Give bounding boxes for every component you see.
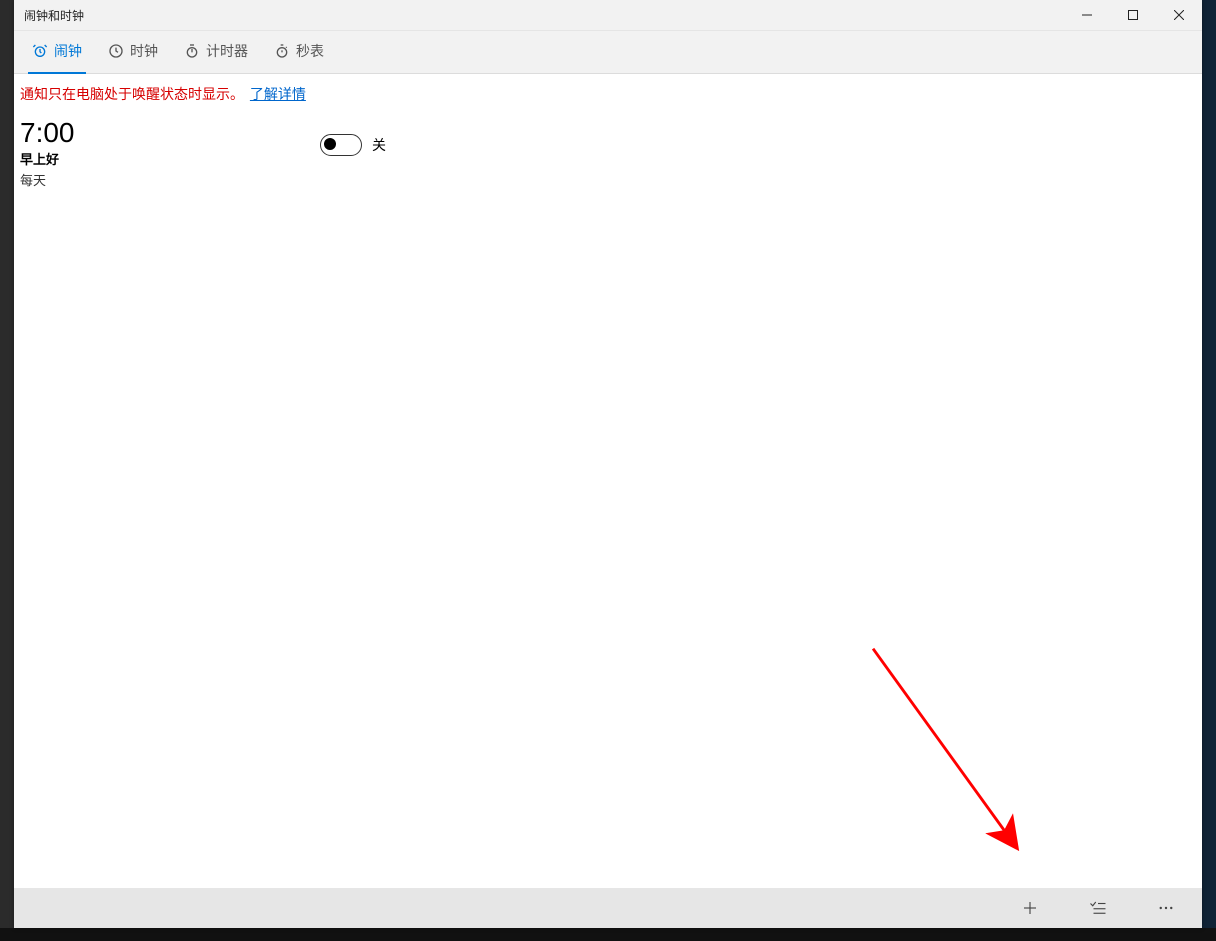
more-button[interactable] [1150,892,1182,924]
notification-warning-text: 通知只在电脑处于唤醒状态时显示。 [20,86,244,102]
clock-icon [108,43,124,59]
titlebar: 闹钟和时钟 [14,0,1202,31]
alarm-time: 7:00 [20,118,320,147]
alarm-name: 早上好 [20,149,320,168]
tab-label: 秒表 [296,41,324,61]
alarm-info: 7:00 早上好 每天 [20,118,320,189]
toggle-knob [324,138,336,150]
window-controls [1064,0,1202,30]
annotation-arrow [14,110,1202,888]
tab-label: 计时器 [206,41,248,61]
tab-clock[interactable]: 时钟 [104,30,162,74]
close-button[interactable] [1156,0,1202,30]
tab-timer[interactable]: 计时器 [180,30,252,74]
learn-more-link[interactable]: 了解详情 [250,86,306,102]
alarm-toggle-label: 关 [372,135,386,155]
timer-icon [184,43,200,59]
notification-bar: 通知只在电脑处于唤醒状态时显示。 了解详情 [14,74,1202,110]
alarm-repeat: 每天 [20,170,320,189]
taskbar [0,928,1216,941]
alarm-toggle-wrap: 关 [320,134,386,156]
alarm-list: 7:00 早上好 每天 关 [14,110,1202,888]
tab-label: 时钟 [130,41,158,61]
select-alarms-button[interactable] [1082,892,1114,924]
tab-alarm[interactable]: 闹钟 [28,30,86,74]
command-bar [14,888,1202,928]
stopwatch-icon [274,43,290,59]
alarm-toggle[interactable] [320,134,362,156]
alarm-item[interactable]: 7:00 早上好 每天 关 [14,110,1202,195]
window-title: 闹钟和时钟 [14,7,84,24]
tab-bar: 闹钟 时钟 计时器 秒表 [14,31,1202,74]
alarm-icon [32,43,48,59]
tab-label: 闹钟 [54,41,82,61]
minimize-button[interactable] [1064,0,1110,30]
tab-stopwatch[interactable]: 秒表 [270,30,328,74]
desktop-right-strip [1202,0,1216,941]
add-alarm-button[interactable] [1014,892,1046,924]
alarms-clock-window: 闹钟和时钟 闹钟 [14,0,1202,928]
maximize-button[interactable] [1110,0,1156,30]
desktop-left-strip [0,0,14,941]
